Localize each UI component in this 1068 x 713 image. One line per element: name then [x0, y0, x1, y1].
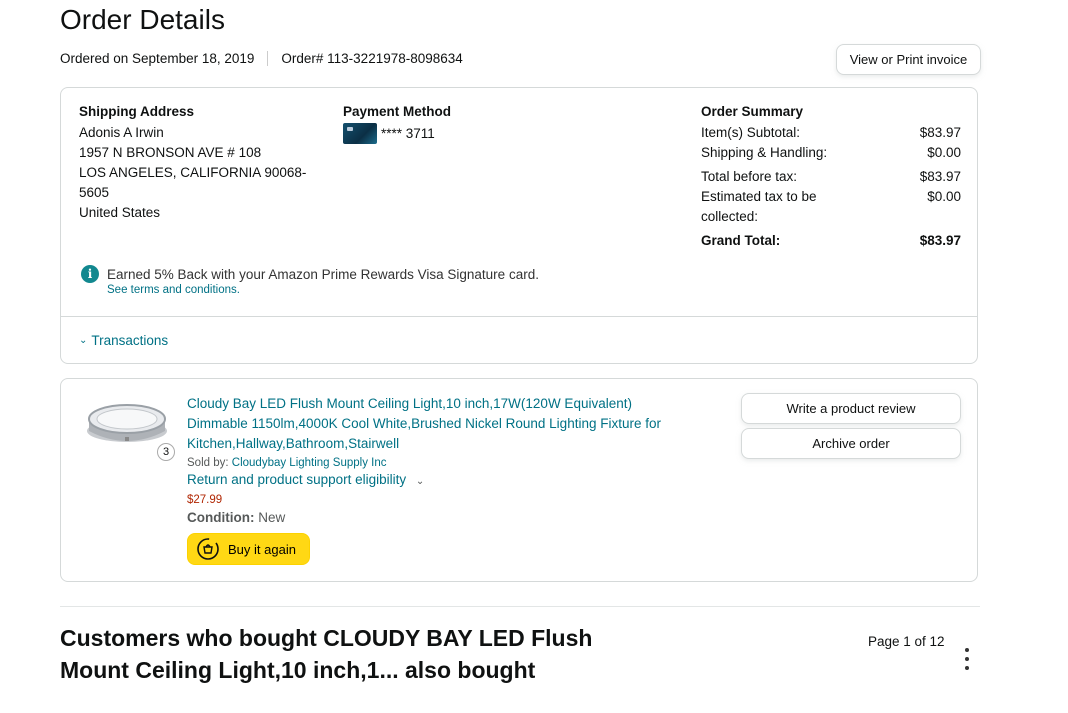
write-review-button[interactable]: Write a product review — [741, 393, 961, 424]
return-eligibility-label: Return and product support eligibility — [187, 472, 407, 487]
tax-label-line2: collected: — [701, 209, 759, 224]
shipping-country: United States — [79, 205, 161, 220]
shipping-address-section: Shipping Address Adonis A Irwin 1957 N B… — [79, 104, 306, 223]
sold-by-label: Sold by: — [187, 457, 229, 469]
shipping-name: Adonis A Irwin — [79, 125, 164, 140]
product-title-line3: Kitchen,Hallway,Bathroom,Stairwell — [187, 436, 400, 451]
section-divider — [60, 606, 980, 607]
buy-again-icon — [196, 537, 220, 561]
tax-label-line1: Estimated tax to be — [701, 189, 817, 204]
tax-label: Estimated tax to be collected: — [701, 187, 817, 227]
before-tax-label: Total before tax: — [701, 169, 798, 184]
condition: Condition: New — [187, 508, 727, 528]
item-price: $27.99 — [187, 494, 223, 506]
shipping-address-heading: Shipping Address — [79, 104, 195, 119]
product-title-link[interactable]: Cloudy Bay LED Flush Mount Ceiling Light… — [187, 394, 727, 454]
summary-grand-total-row: Grand Total: $83.97 — [701, 231, 961, 251]
archive-order-button[interactable]: Archive order — [741, 428, 961, 459]
shipping-value: $0.00 — [927, 145, 961, 160]
subtotal-value: $83.97 — [919, 125, 961, 140]
view-print-invoice-button[interactable]: View or Print invoice — [836, 44, 981, 75]
also-bought-line1: Customers who bought CLOUDY BAY LED Flus… — [60, 625, 593, 651]
product-title-line2: Dimmable 1150lm,4000K Cool White,Brushed… — [187, 416, 661, 431]
transactions-toggle[interactable]: ⌄ Transactions — [79, 333, 168, 348]
credit-card-icon — [343, 123, 377, 144]
payment-method-heading: Payment Method — [343, 104, 452, 119]
dot — [965, 657, 969, 661]
summary-before-tax-row: Total before tax: $83.97 — [701, 167, 961, 187]
rewards-notice: i Earned 5% Back with your Amazon Prime … — [81, 265, 539, 296]
subtotal-label: Item(s) Subtotal: — [701, 125, 801, 140]
page-title: Order Details — [60, 4, 225, 35]
tax-value: $0.00 — [927, 189, 961, 204]
summary-tax-row: Estimated tax to be collected: $0.00 — [701, 187, 961, 227]
meta-divider — [267, 51, 269, 66]
shipment-item-box: 3 Cloudy Bay LED Flush Mount Ceiling Lig… — [60, 378, 978, 582]
more-options-icon[interactable] — [962, 648, 972, 670]
terms-link[interactable]: See terms and conditions. — [107, 284, 539, 296]
shipping-label: Shipping & Handling: — [701, 145, 828, 160]
order-number: Order# 113-3221978-8098634 — [281, 51, 463, 66]
return-eligibility-link[interactable]: Return and product support eligibility ⌄ — [187, 470, 727, 492]
chevron-down-icon: ⌄ — [79, 335, 88, 346]
quantity-badge: 3 — [157, 443, 175, 461]
order-summary-section: Order Summary Item(s) Subtotal: $83.97 S… — [701, 104, 961, 251]
grand-total-value: $83.97 — [919, 233, 961, 248]
order-meta: Ordered on September 18, 2019 Order# 113… — [60, 51, 463, 66]
transactions-label: Transactions — [91, 333, 169, 348]
condition-value: New — [258, 510, 286, 525]
product-title-line1: Cloudy Bay LED Flush Mount Ceiling Light… — [187, 396, 632, 411]
rewards-text: Earned 5% Back with your Amazon Prime Re… — [107, 267, 539, 282]
buy-it-again-button[interactable]: Buy it again — [187, 533, 310, 565]
payment-method-section: Payment Method **** 3711 — [343, 104, 451, 144]
sold-by: Sold by: Cloudybay Lighting Supply Inc — [187, 457, 727, 469]
condition-label: Condition: — [187, 510, 255, 525]
card-number: **** 3711 — [381, 125, 435, 141]
shipping-line2: LOS ANGELES, CALIFORNIA 90068- — [79, 165, 307, 180]
summary-subtotal-row: Item(s) Subtotal: $83.97 — [701, 123, 961, 143]
order-info-box: Shipping Address Adonis A Irwin 1957 N B… — [60, 87, 978, 364]
product-details: Cloudy Bay LED Flush Mount Ceiling Light… — [187, 394, 727, 528]
dot — [965, 666, 969, 670]
before-tax-value: $83.97 — [919, 169, 961, 184]
also-bought-heading: Customers who bought CLOUDY BAY LED Flus… — [60, 622, 620, 686]
summary-shipping-row: Shipping & Handling: $0.00 — [701, 143, 961, 163]
ordered-on-date: Ordered on September 18, 2019 — [60, 51, 255, 66]
buy-it-again-label: Buy it again — [228, 541, 296, 557]
also-bought-line2: Mount Ceiling Light,10 inch,1... also bo… — [60, 657, 536, 683]
dot — [965, 648, 969, 652]
carousel-page-indicator: Page 1 of 12 — [868, 634, 945, 649]
order-summary-heading: Order Summary — [701, 104, 804, 119]
info-icon: i — [81, 265, 99, 283]
grand-total-label: Grand Total: — [701, 233, 781, 248]
seller-link[interactable]: Cloudybay Lighting Supply Inc — [232, 457, 387, 469]
shipping-line1: 1957 N BRONSON AVE # 108 — [79, 145, 262, 160]
shipping-line3: 5605 — [79, 185, 110, 200]
chevron-down-icon: ⌄ — [415, 476, 425, 487]
section-divider — [61, 316, 977, 317]
